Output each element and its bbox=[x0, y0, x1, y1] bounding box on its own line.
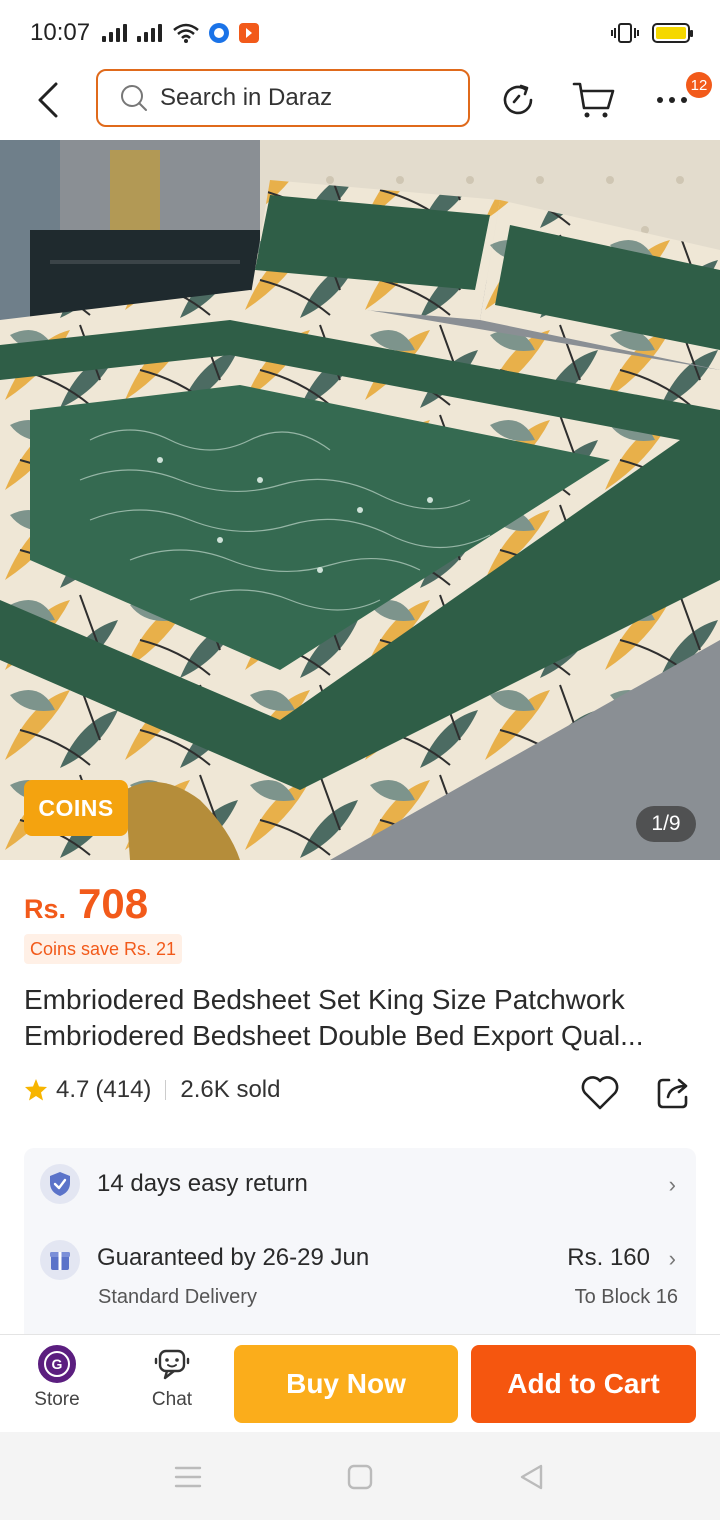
store-button[interactable]: G Store bbox=[17, 1345, 97, 1411]
delivery-box-icon bbox=[40, 1240, 80, 1280]
share-icon bbox=[657, 1078, 688, 1109]
store-logo-icon: G bbox=[38, 1345, 76, 1383]
menu-button[interactable] bbox=[173, 1462, 203, 1492]
status-time: 10:07 bbox=[30, 19, 91, 46]
chevron-right-icon: › bbox=[668, 1172, 676, 1197]
product-title-line-1: Embriodered Bedsheet Set King Size Patch… bbox=[24, 984, 625, 1015]
chat-button[interactable]: Chat bbox=[132, 1345, 212, 1411]
price: Rs. 708 bbox=[24, 880, 148, 928]
history-icon bbox=[503, 84, 533, 115]
home-button[interactable] bbox=[345, 1462, 375, 1492]
bottom-action-bar: G Store Chat Buy Now Add to Cart bbox=[0, 1334, 720, 1432]
add-to-cart-button[interactable]: Add to Cart bbox=[471, 1345, 696, 1423]
notification-badge: 12 bbox=[686, 72, 712, 98]
back-arrow-icon bbox=[38, 82, 58, 118]
vibrate-icon bbox=[611, 23, 639, 43]
chevron-right-icon: › bbox=[668, 1246, 676, 1271]
return-text: 14 days easy return bbox=[97, 1170, 308, 1197]
review-count: (414) bbox=[95, 1076, 152, 1103]
divider bbox=[165, 1080, 167, 1100]
home-square-icon bbox=[347, 1464, 373, 1490]
signal-icon-2 bbox=[137, 24, 163, 42]
menu-icon bbox=[174, 1466, 202, 1488]
signal-icon bbox=[102, 24, 128, 42]
cart-button[interactable] bbox=[572, 78, 616, 122]
product-title-line-2: Embriodered Bedsheet Double Bed Export Q… bbox=[24, 1020, 644, 1051]
product-image-carousel[interactable]: COINS 1/9 bbox=[0, 140, 720, 860]
vpn-app-icon bbox=[209, 23, 230, 43]
delivery-method: Standard Delivery bbox=[98, 1286, 257, 1308]
rating-row[interactable]: 4.7 (414) 2.6K sold bbox=[24, 1076, 280, 1104]
sold-count: 2.6K sold bbox=[180, 1076, 281, 1103]
share-button[interactable] bbox=[652, 1072, 694, 1114]
store-label: Store bbox=[34, 1389, 80, 1410]
heart-icon bbox=[581, 1076, 619, 1110]
shield-icon bbox=[40, 1164, 80, 1204]
back-triangle-icon bbox=[520, 1464, 543, 1490]
cart-icon bbox=[572, 82, 615, 118]
coins-tag: COINS bbox=[24, 780, 128, 836]
price-value: 708 bbox=[78, 880, 149, 927]
buy-now-button[interactable]: Buy Now bbox=[234, 1345, 458, 1423]
top-nav: Search in Daraz 12 bbox=[0, 66, 720, 140]
bedsheet-image bbox=[0, 140, 720, 860]
chat-icon bbox=[154, 1349, 190, 1380]
search-icon bbox=[121, 85, 147, 111]
delivery-row[interactable]: Guaranteed by 26-29 Jun Standard Deliver… bbox=[24, 1228, 696, 1328]
wishlist-button[interactable] bbox=[578, 1072, 622, 1114]
system-back-button[interactable] bbox=[516, 1462, 546, 1492]
image-counter: 1/9 bbox=[636, 806, 696, 842]
delivery-location: To Block 16 bbox=[574, 1286, 678, 1308]
chat-label: Chat bbox=[151, 1389, 193, 1410]
service-card: 14 days easy return › Guaranteed by 26-2… bbox=[24, 1148, 696, 1334]
star-icon bbox=[25, 1079, 47, 1101]
return-policy-row[interactable]: 14 days easy return › bbox=[24, 1148, 696, 1220]
product-title: Embriodered Bedsheet Set King Size Patch… bbox=[24, 982, 696, 1054]
wifi-icon bbox=[173, 23, 199, 43]
daraz-app-icon bbox=[239, 23, 260, 43]
delivery-fee: Rs. 160 bbox=[567, 1244, 650, 1271]
price-currency: Rs. bbox=[24, 894, 67, 924]
system-navigation-bar bbox=[0, 1432, 720, 1520]
delivery-date: Guaranteed by 26-29 Jun bbox=[97, 1244, 370, 1271]
status-bar: 10:07 bbox=[0, 0, 720, 66]
search-input[interactable]: Search in Daraz bbox=[96, 69, 470, 127]
rating-value: 4.7 bbox=[56, 1076, 90, 1103]
history-button[interactable] bbox=[496, 78, 540, 122]
search-placeholder: Search in Daraz bbox=[160, 84, 333, 111]
back-button[interactable] bbox=[30, 80, 66, 120]
coins-save-badge: Coins save Rs. 21 bbox=[24, 934, 183, 964]
battery-icon bbox=[652, 23, 693, 43]
more-icon bbox=[657, 97, 687, 103]
